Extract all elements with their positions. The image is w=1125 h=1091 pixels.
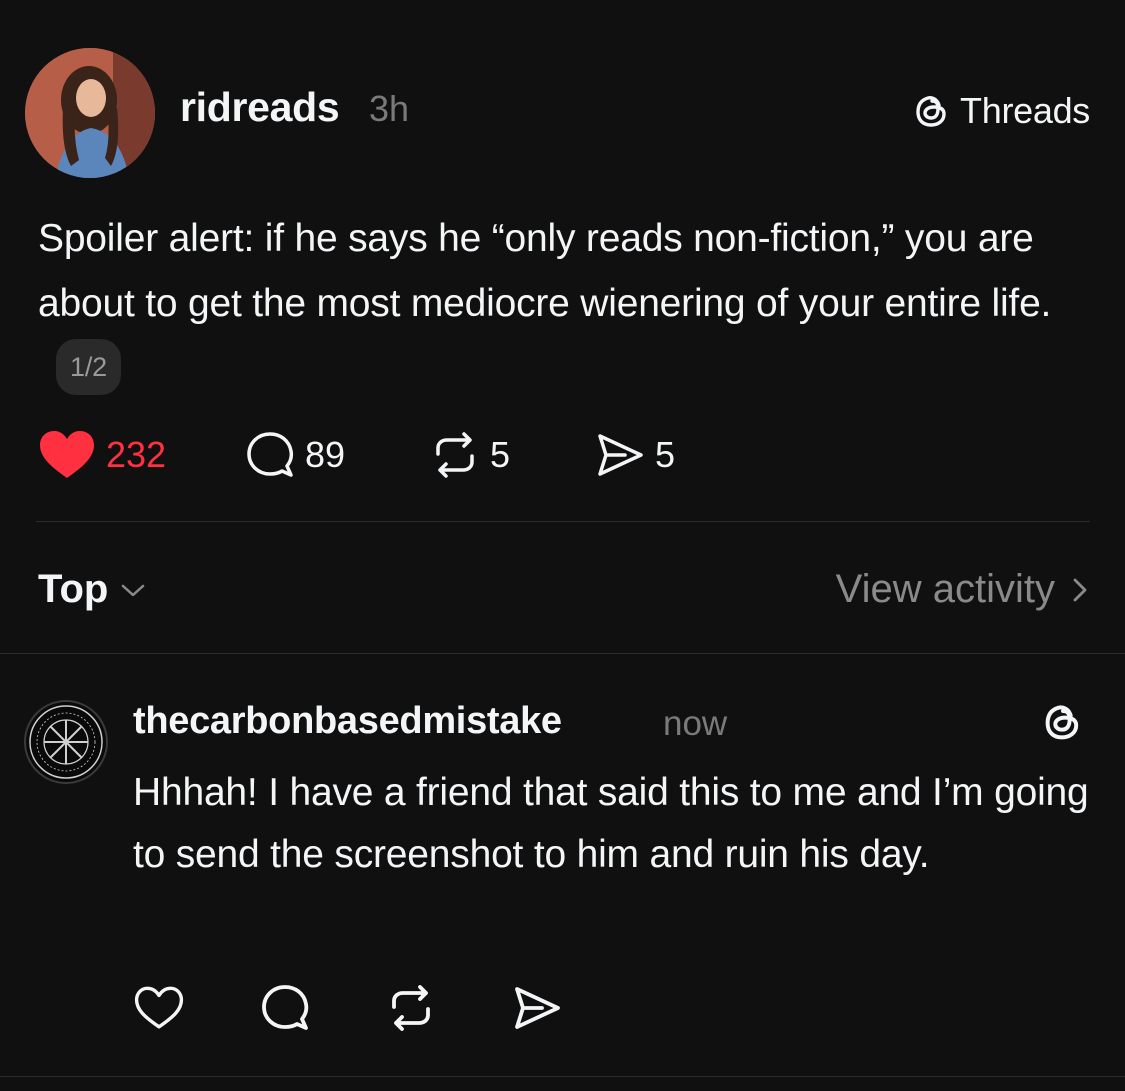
speech-bubble-icon [262, 985, 309, 1030]
threads-brand-link[interactable]: Threads [912, 90, 1090, 132]
share-count: 5 [655, 434, 676, 475]
post-author-avatar[interactable] [25, 48, 155, 178]
divider [36, 521, 1090, 522]
reply-count: 89 [305, 434, 346, 475]
page-indicator[interactable]: 1/2 [56, 338, 121, 395]
post-actions: 232 89 5 5 [38, 425, 938, 485]
view-activity-link[interactable]: View activity [836, 567, 1089, 612]
view-activity-label: View activity [835, 567, 1055, 611]
paper-plane-icon [515, 987, 560, 1029]
reply-repost-button[interactable] [385, 982, 437, 1034]
repost-button[interactable]: 5 [430, 425, 510, 485]
divider [0, 1076, 1125, 1077]
threads-logo-icon [916, 96, 946, 127]
speech-bubble-icon [247, 432, 294, 477]
threads-logo-link[interactable] [1041, 700, 1085, 749]
reply-reply-button[interactable] [259, 982, 311, 1034]
avatar-portrait-image [25, 48, 155, 178]
repost-icon [392, 985, 430, 1031]
reply-text: Hhhah! I have a friend that said this to… [133, 771, 1089, 876]
chevron-right-icon [1073, 578, 1087, 601]
avatar-emblem-image [29, 705, 103, 779]
reply-author-avatar[interactable] [24, 700, 108, 784]
threads-logo-icon [1045, 705, 1079, 740]
post-username[interactable]: ridreads [180, 84, 340, 131]
repost-icon [436, 432, 474, 478]
reply-actions [133, 982, 633, 1034]
share-button[interactable]: 5 [595, 425, 675, 485]
paper-plane-icon [598, 434, 643, 476]
chevron-down-icon [122, 584, 145, 596]
reply-like-button[interactable] [133, 982, 185, 1034]
sort-label: Top [38, 567, 109, 611]
reply-button[interactable]: 89 [245, 425, 345, 485]
main-post: ridreads 3h Threads Spoiler alert: if he… [0, 0, 1125, 522]
post-body: Spoiler alert: if he says he “only reads… [38, 206, 1098, 401]
reply-username[interactable]: thecarbonbasedmistake [133, 700, 562, 743]
replies-sort-bar: Top View activity [0, 556, 1125, 626]
post-text: Spoiler alert: if he says he “only reads… [38, 217, 1052, 325]
heart-icon [134, 986, 184, 1029]
repost-count: 5 [490, 434, 511, 475]
like-button[interactable]: 232 [38, 425, 166, 485]
heart-icon [40, 431, 94, 478]
reply-timestamp: now [663, 704, 728, 743]
reply-share-button[interactable] [511, 982, 563, 1034]
threads-brand-label: Threads [960, 90, 1090, 131]
like-count: 232 [106, 434, 167, 475]
post-timestamp: 3h [369, 88, 410, 129]
sort-dropdown[interactable]: Top [38, 567, 146, 612]
reply-post: thecarbonbasedmistake now Hhhah! I have … [0, 654, 1125, 1074]
